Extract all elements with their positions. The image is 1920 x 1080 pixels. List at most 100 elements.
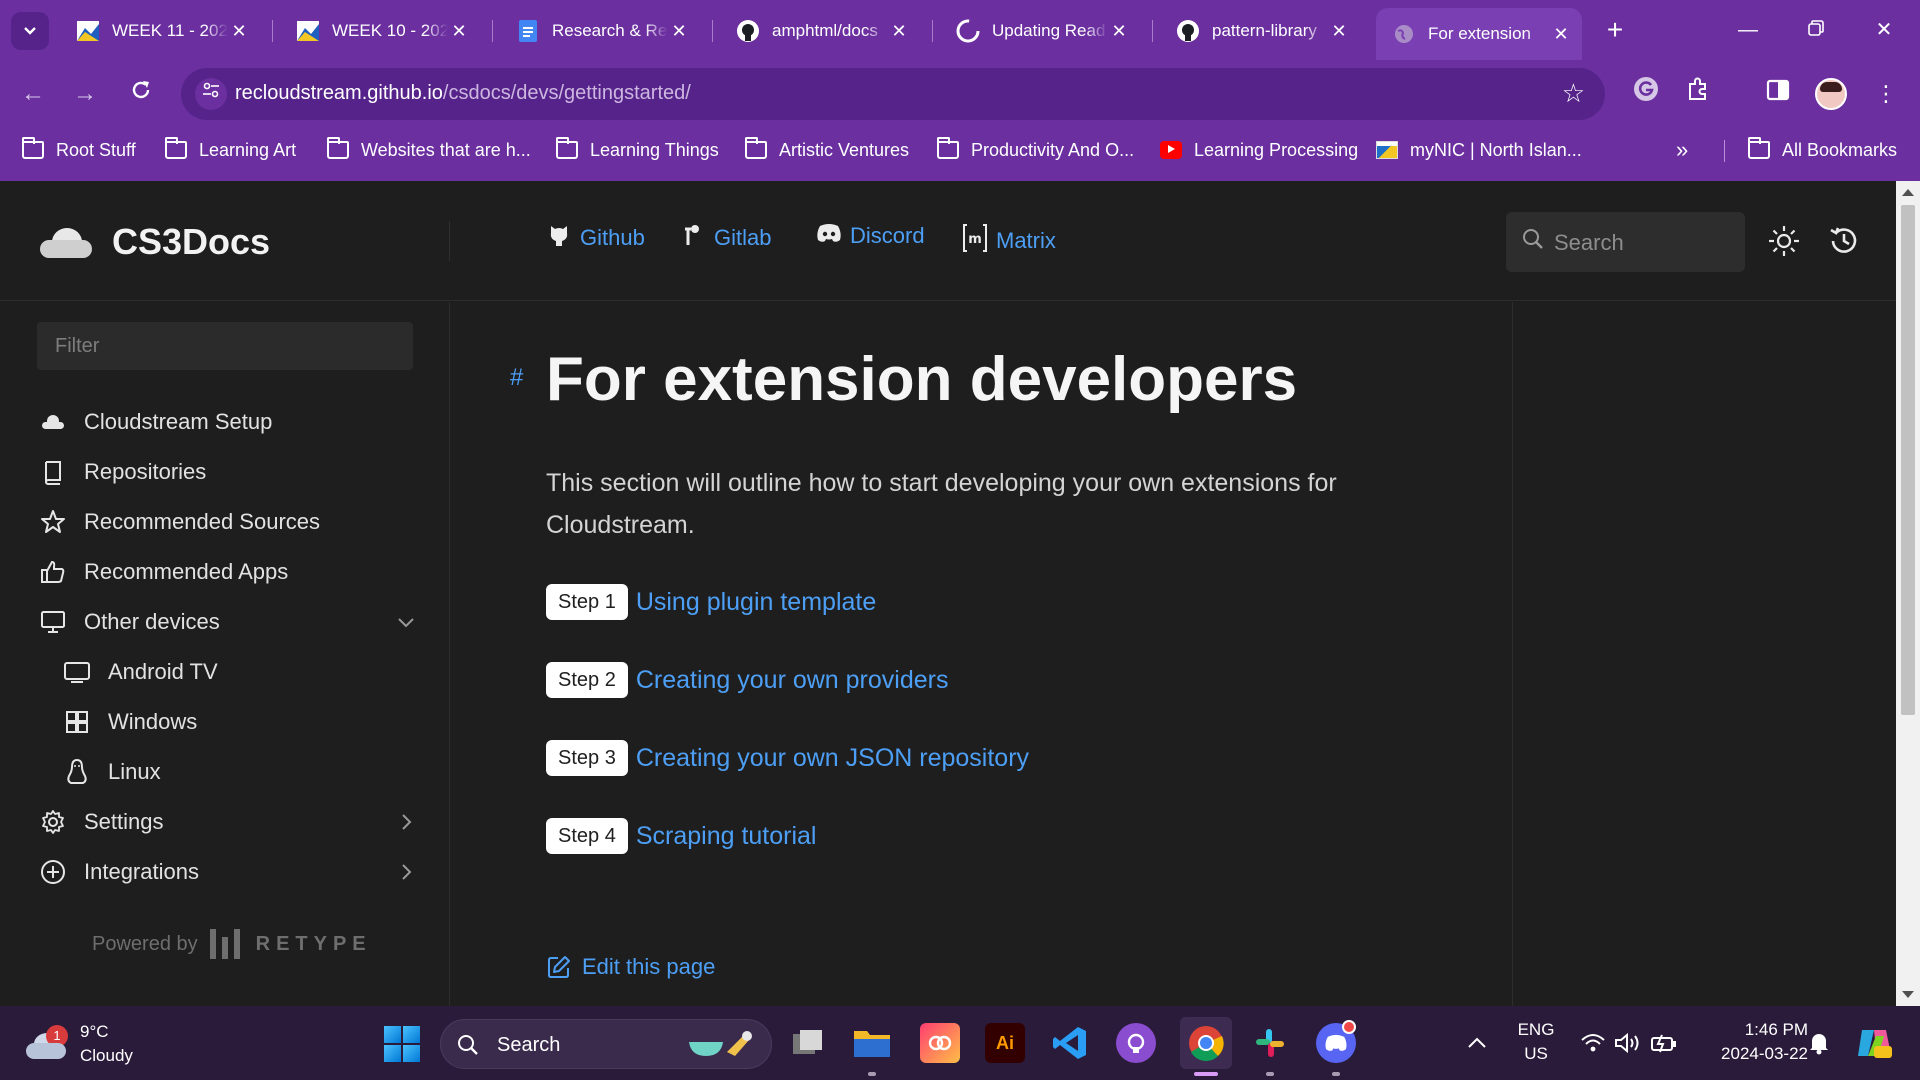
page-scrollbar[interactable]: [1896, 181, 1920, 1006]
chevron-right-icon[interactable]: [394, 810, 418, 834]
slack-icon[interactable]: [1250, 1023, 1290, 1063]
bookmark-star-icon[interactable]: ☆: [1562, 78, 1585, 109]
sidebar-item-linux[interactable]: Linux: [62, 752, 418, 792]
creative-cloud-icon[interactable]: [920, 1023, 960, 1063]
scrollbar-thumb[interactable]: [1901, 205, 1915, 715]
vscode-icon[interactable]: [1050, 1023, 1090, 1063]
bookmark-item[interactable]: Learning Processing: [1160, 136, 1358, 164]
close-icon[interactable]: ✕: [888, 21, 910, 42]
volume-icon[interactable]: [1614, 1006, 1642, 1080]
sidebar-item-recommended-sources[interactable]: Recommended Sources: [38, 502, 418, 542]
wifi-icon[interactable]: [1580, 1006, 1606, 1080]
close-icon[interactable]: ✕: [448, 21, 470, 42]
scroll-up-arrow-icon[interactable]: [1902, 189, 1914, 196]
tab-title: WEEK 10 - 2024: [332, 21, 448, 40]
header-link-github[interactable]: Github: [546, 223, 645, 253]
bookmark-item[interactable]: Learning Things: [556, 136, 719, 164]
site-search[interactable]: Search: [1506, 212, 1745, 272]
tab-search-button[interactable]: [11, 12, 49, 50]
bookmarks-overflow-icon[interactable]: »: [1676, 130, 1688, 170]
side-panel-icon[interactable]: [1760, 76, 1796, 112]
close-icon[interactable]: ✕: [228, 21, 250, 42]
sidebar-item-recommended-apps[interactable]: Recommended Apps: [38, 552, 418, 592]
close-icon[interactable]: ✕: [1108, 21, 1130, 42]
chevron-down-icon[interactable]: [394, 610, 418, 634]
powered-by-retype[interactable]: Powered by RETYPE: [92, 929, 372, 959]
heading-anchor[interactable]: #: [510, 364, 523, 392]
theme-toggle-button[interactable]: [1766, 223, 1802, 259]
profile-avatar[interactable]: [1815, 78, 1847, 110]
bookmark-item[interactable]: Artistic Ventures: [745, 136, 909, 164]
tab-updating-readme[interactable]: Updating Read ✕: [940, 8, 1140, 54]
edit-page-link[interactable]: Edit this page: [546, 954, 715, 980]
minimize-button[interactable]: —: [1720, 12, 1776, 48]
sidebar-item-settings[interactable]: Settings: [38, 802, 418, 842]
bookmark-item[interactable]: Learning Art: [165, 136, 296, 164]
sidebar-item-integrations[interactable]: Integrations: [38, 852, 418, 892]
history-button[interactable]: [1826, 223, 1862, 259]
sidebar-item-windows[interactable]: Windows: [62, 702, 418, 742]
language-indicator[interactable]: ENG US: [1514, 1018, 1558, 1066]
bookmark-item[interactable]: Websites that are h...: [327, 136, 531, 164]
step-link[interactable]: Using plugin template: [636, 588, 876, 617]
step-link[interactable]: Creating your own JSON repository: [636, 744, 1029, 773]
step-item[interactable]: Step 2 Creating your own providers: [546, 662, 948, 698]
sidebar-item-cloudstream-setup[interactable]: Cloudstream Setup: [38, 402, 418, 442]
site-info-icon[interactable]: [195, 78, 227, 110]
taskbar-search[interactable]: Search: [440, 1019, 772, 1069]
clock[interactable]: 1:46 PM 2024-03-22: [1700, 1018, 1808, 1066]
menu-kebab-icon[interactable]: ⋮: [1868, 76, 1904, 112]
task-view-icon[interactable]: [788, 1023, 828, 1063]
github-desktop-icon[interactable]: [1116, 1023, 1156, 1063]
tab-week-11[interactable]: WEEK 11 - 2024 ✕: [60, 8, 260, 54]
bookmark-label: Productivity And O...: [971, 139, 1135, 160]
battery-icon[interactable]: [1650, 1006, 1678, 1080]
sidebar-item-repositories[interactable]: Repositories: [38, 452, 418, 492]
close-icon[interactable]: ✕: [668, 21, 690, 42]
close-icon[interactable]: ✕: [1328, 21, 1350, 42]
step-item[interactable]: Step 4 Scraping tutorial: [546, 818, 816, 854]
back-button[interactable]: ←: [15, 76, 51, 112]
sidebar-item-other-devices[interactable]: Other devices: [38, 602, 418, 642]
all-bookmarks-button[interactable]: All Bookmarks: [1748, 136, 1897, 164]
extensions-icon[interactable]: [1680, 76, 1716, 112]
reload-button[interactable]: [123, 76, 159, 112]
step-item[interactable]: Step 1 Using plugin template: [546, 584, 876, 620]
start-button[interactable]: [384, 1026, 420, 1062]
bookmark-item[interactable]: Productivity And O...: [937, 136, 1134, 164]
restore-button[interactable]: [1788, 12, 1844, 48]
filter-input[interactable]: [37, 322, 413, 370]
header-link-matrix[interactable]: m Matrix: [962, 223, 1056, 259]
close-window-button[interactable]: ✕: [1856, 12, 1912, 48]
tab-week-10[interactable]: WEEK 10 - 2024 ✕: [280, 8, 480, 54]
step-item[interactable]: Step 3 Creating your own JSON repository: [546, 740, 1029, 776]
header-link-gitlab[interactable]: Gitlab: [680, 223, 771, 253]
site-logo[interactable]: CS3Docs: [38, 221, 270, 263]
tab-pattern-library[interactable]: pattern-library ✕: [1160, 8, 1360, 54]
notification-bell-icon[interactable]: [1808, 1006, 1830, 1080]
header-link-discord[interactable]: Discord: [816, 223, 925, 249]
copilot-icon[interactable]: [1856, 1006, 1892, 1080]
bookmark-item[interactable]: myNIC | North Islan...: [1376, 136, 1582, 164]
scroll-down-arrow-icon[interactable]: [1902, 991, 1914, 998]
grammarly-icon[interactable]: [1628, 76, 1664, 112]
tab-research[interactable]: Research & Re ✕: [500, 8, 700, 54]
tab-for-extension-active[interactable]: For extension ✕: [1376, 8, 1582, 60]
tab-amphtml[interactable]: amphtml/docs ✕: [720, 8, 920, 54]
url-text[interactable]: recloudstream.github.io/csdocs/devs/gett…: [235, 82, 691, 105]
step-link[interactable]: Creating your own providers: [636, 666, 949, 695]
chevron-right-icon[interactable]: [394, 860, 418, 884]
new-tab-button[interactable]: +: [1598, 14, 1632, 48]
sidebar-item-android-tv[interactable]: Android TV: [62, 652, 418, 692]
weather-widget[interactable]: 1 9°C Cloudy: [26, 1020, 133, 1068]
address-bar[interactable]: recloudstream.github.io/csdocs/devs/gett…: [181, 68, 1605, 120]
running-indicator: [1266, 1072, 1274, 1076]
illustrator-icon[interactable]: Ai: [985, 1023, 1025, 1063]
bookmark-item[interactable]: Root Stuff: [22, 136, 136, 164]
close-icon[interactable]: ✕: [1550, 24, 1572, 45]
file-explorer-icon[interactable]: [852, 1023, 892, 1063]
chrome-icon[interactable]: [1180, 1017, 1232, 1069]
step-link[interactable]: Scraping tutorial: [636, 822, 817, 851]
forward-button[interactable]: →: [67, 76, 103, 112]
tray-overflow-icon[interactable]: [1466, 1006, 1488, 1080]
